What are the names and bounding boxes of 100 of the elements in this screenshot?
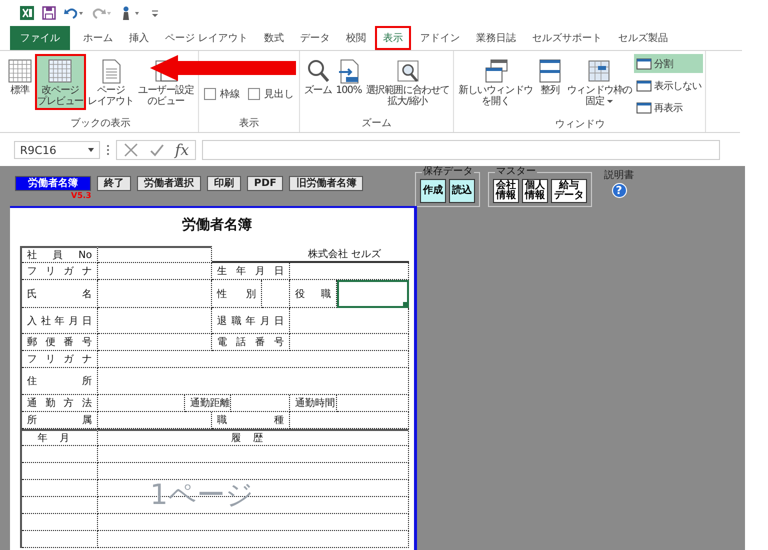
group-label: 表示	[238, 116, 259, 131]
form-cell[interactable]	[290, 334, 409, 351]
form-cell[interactable]	[98, 412, 212, 429]
sheet-button[interactable]: 終了	[97, 176, 131, 191]
form-cell[interactable]	[290, 308, 409, 334]
formula-field[interactable]	[202, 140, 720, 160]
field-label: 住所	[22, 368, 98, 395]
form-cell[interactable]	[262, 280, 290, 308]
window-icon	[636, 58, 652, 70]
form-cell[interactable]	[337, 280, 409, 308]
ribbon-button[interactable]: 100%	[334, 54, 364, 99]
sheet-button[interactable]: 会社 情報	[493, 179, 519, 203]
ribbon-button[interactable]: ウィンドウ枠の 固定	[564, 54, 634, 110]
field-label: 職種	[212, 412, 290, 429]
ribbon-button[interactable]: 改ページ プレビュー	[35, 54, 86, 110]
name-box[interactable]: R9C16	[14, 141, 100, 159]
ribbon-button[interactable]: 標準	[5, 54, 35, 99]
form-title: 労働者名簿	[181, 216, 253, 235]
form-cell[interactable]	[98, 446, 409, 463]
form-cell[interactable]	[337, 395, 409, 412]
form-cell[interactable]	[290, 263, 409, 280]
sheet-button[interactable]: 旧労働者名簿	[289, 176, 364, 191]
field-label: 退職年月日	[212, 308, 290, 334]
group-label: ブックの表示	[70, 116, 130, 131]
version-label: V5.3	[70, 191, 92, 200]
form-cell[interactable]	[98, 308, 212, 334]
sheet-button[interactable]: 労働者選択	[137, 176, 201, 191]
save-icon[interactable]	[42, 6, 56, 20]
cancel-icon[interactable]	[123, 142, 139, 158]
field-label: 入社年月日	[22, 308, 98, 334]
ribbon-button[interactable]: ページ レイアウト	[86, 54, 136, 110]
ribbon-button[interactable]: 整列	[534, 54, 565, 99]
sheet-button[interactable]: 給与 データ	[551, 179, 587, 203]
ribbon-tab[interactable]: 表示	[375, 26, 412, 50]
form-cell[interactable]	[98, 531, 409, 548]
group-label: ウィンドウ	[554, 118, 605, 132]
ribbon-button[interactable]: 新しいウィンドウ を開く	[456, 54, 535, 110]
ribbon-button[interactable]: 再表示	[634, 98, 704, 117]
form-cell[interactable]	[98, 395, 185, 412]
field-label: 所属	[22, 412, 98, 429]
sheet-button[interactable]: PDF	[247, 176, 284, 191]
form-cell[interactable]	[98, 280, 212, 308]
checkbox-label[interactable]: 枠線	[220, 87, 240, 101]
form-cell[interactable]	[22, 531, 98, 548]
checkbox[interactable]	[204, 88, 216, 100]
field-label: フリガナ	[22, 263, 98, 280]
page-break-grid-icon	[47, 57, 74, 85]
ribbon-button[interactable]: 選択範囲に合わせて 拡大/縮小	[364, 54, 452, 110]
group-label: ズーム	[362, 117, 392, 131]
excel-logo-icon[interactable]	[20, 6, 34, 20]
checkbox-label[interactable]: 見出し	[264, 87, 294, 101]
form-cell[interactable]	[22, 497, 98, 514]
company-name: 株式会社 セルズ	[290, 246, 409, 263]
group-label: 保存データ	[422, 166, 474, 177]
checkbox[interactable]	[248, 88, 260, 100]
windows-icon	[482, 57, 509, 85]
help-button[interactable]: ?	[612, 183, 626, 198]
field-label: 役職	[290, 280, 337, 308]
stacked-windows-icon	[536, 57, 563, 85]
sheet-button[interactable]: 作成	[420, 179, 446, 203]
sheet-button[interactable]: 読込	[449, 179, 475, 203]
form-cell[interactable]	[290, 412, 409, 429]
ribbon-button[interactable]: ズーム	[302, 54, 334, 99]
field-label: 通勤距離	[185, 395, 231, 412]
form-cell[interactable]	[22, 514, 98, 531]
form-cell[interactable]	[98, 351, 409, 368]
field-label: 生年月日	[212, 263, 290, 280]
field-label: 氏名	[22, 280, 98, 308]
form-cell[interactable]	[98, 263, 212, 280]
ribbon-button[interactable]: 表示しない	[634, 76, 704, 95]
touch-mode-icon[interactable]	[120, 5, 142, 21]
normal-view-icon	[7, 57, 33, 85]
form-cell[interactable]	[98, 463, 409, 480]
sheet-button[interactable]: 印刷	[207, 176, 241, 191]
field-label: 通勤時間	[290, 395, 337, 412]
ribbon-button[interactable]: 分割	[634, 54, 704, 73]
undo-icon[interactable]	[64, 6, 84, 20]
group-label: マスター	[495, 166, 537, 177]
help-label: 説明書	[604, 170, 634, 181]
insert-function-button[interactable]: fx	[175, 141, 190, 159]
form-cell[interactable]	[98, 368, 409, 395]
field-label: 通勤方法	[22, 395, 98, 412]
column-heading: 年月	[22, 429, 98, 446]
form-cell[interactable]	[22, 463, 98, 480]
window-icon	[636, 80, 652, 92]
grip-icon	[106, 143, 110, 157]
check-icon[interactable]	[149, 142, 165, 158]
form-cell[interactable]	[22, 446, 98, 463]
form-cell[interactable]	[98, 514, 409, 531]
sheet-button[interactable]: 労働者名簿	[15, 176, 91, 191]
sheet-button[interactable]: 個人 情報	[522, 179, 548, 203]
field-label: 性別	[212, 280, 262, 308]
form-cell[interactable]	[231, 395, 290, 412]
form-cell[interactable]	[98, 246, 212, 263]
field-label: 電話番号	[212, 334, 290, 351]
window-icon	[636, 102, 652, 114]
dropdown-icon[interactable]	[88, 148, 94, 152]
ribbon-tab[interactable]: ファイル	[10, 26, 70, 50]
form-cell[interactable]	[98, 334, 212, 351]
form-cell[interactable]	[22, 480, 98, 497]
